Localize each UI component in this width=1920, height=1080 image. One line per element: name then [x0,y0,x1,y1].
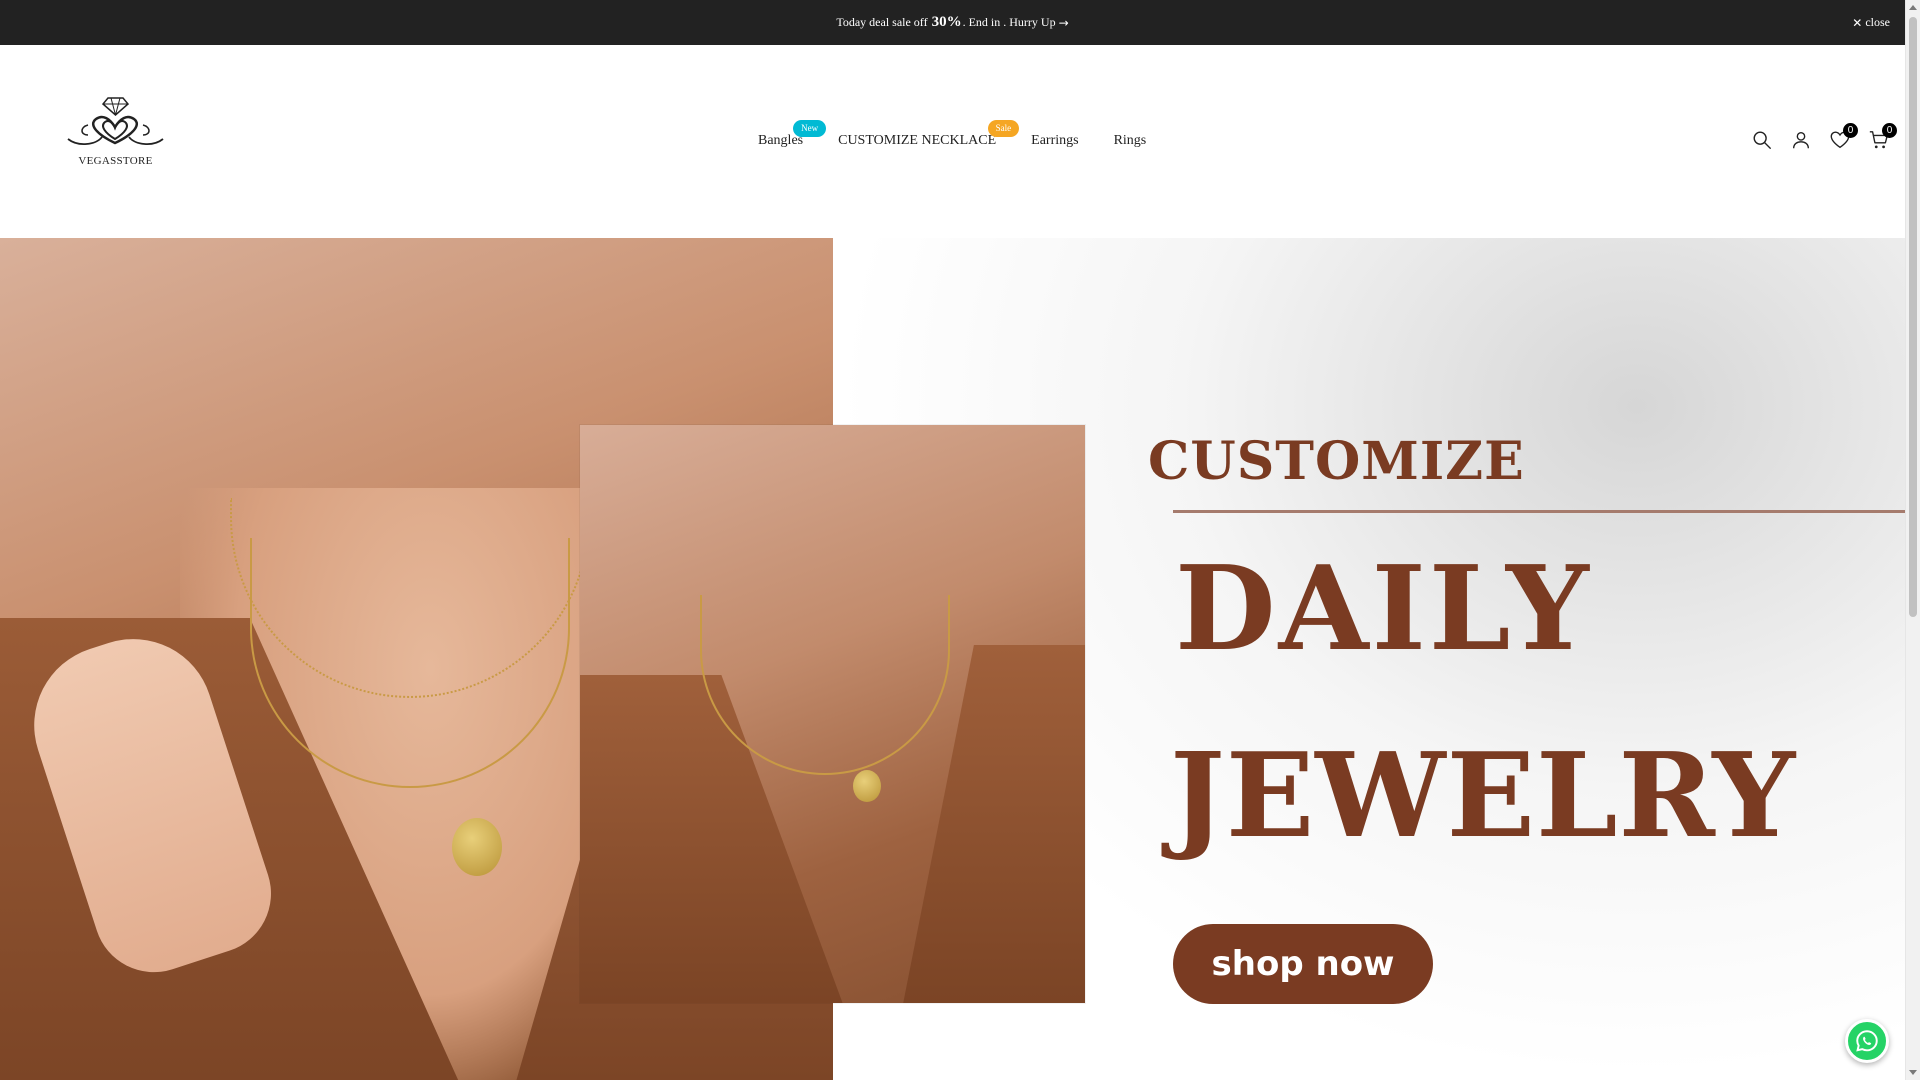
scrollbar-thumb[interactable] [1909,17,1917,617]
whatsapp-button[interactable] [1845,1019,1889,1063]
inset-pendant [853,770,881,802]
announcement-message: Today deal sale off 30% . End in . Hurry… [0,0,1905,45]
nav-item-label: Rings [1113,133,1147,148]
shop-now-button[interactable]: shop now [1173,924,1433,1004]
store-logo[interactable]: VEGASSTORE [58,95,173,167]
search-button[interactable] [1750,128,1774,152]
necklace-pendant [452,818,502,876]
account-icon [1792,131,1810,149]
wishlist-count: 0 [1843,123,1858,138]
scroll-down-icon[interactable] [1909,1070,1917,1075]
nav-item-label: Earrings [1031,133,1079,148]
announcement-percent: 30% [931,14,962,30]
hero-line-jewelry: JEWELRY [1170,728,1797,864]
scroll-up-icon[interactable] [1909,5,1917,10]
cart-button[interactable]: 0 [1867,123,1897,152]
header-icons: 0 0 [1735,123,1897,152]
announcement-close-button[interactable]: ✕ close [1852,0,1890,45]
wishlist-button[interactable]: 0 [1828,123,1858,152]
hero-title: CUSTOMIZE [1148,431,1525,492]
hero-divider [1173,510,1905,513]
nav-item-rings[interactable]: Rings [1114,133,1147,149]
close-icon: ✕ [1852,15,1863,30]
hero-inset-image [580,425,1085,1003]
account-button[interactable] [1789,128,1813,152]
arrow-right-icon[interactable]: → [1059,16,1069,30]
search-icon [1753,131,1771,149]
logo-emblem-icon [67,97,164,145]
announcement-bar: Today deal sale off 30% . End in . Hurry… [0,0,1905,45]
hero-banner[interactable]: CUSTOMIZE DAILY JEWELRY shop now [0,238,1905,1080]
whatsapp-icon [1856,1030,1878,1052]
main-nav: Bangles New CUSTOMIZE NECKLACE Sale Earr… [758,120,1147,157]
nav-item-label: CUSTOMIZE NECKLACE [838,133,997,148]
hero-line-daily: DAILY [1175,541,1592,677]
new-badge: New [793,120,827,137]
cart-count: 0 [1882,123,1897,138]
close-label: close [1865,15,1890,29]
page-scrollbar[interactable] [1905,0,1920,1080]
nav-item-customize-necklace[interactable]: CUSTOMIZE NECKLACE Sale [838,120,1020,149]
nav-item-bangles[interactable]: Bangles New [758,120,827,149]
sale-badge: Sale [987,120,1020,137]
announcement-text-before: Today deal sale off [836,15,928,29]
nav-item-earrings[interactable]: Earrings [1031,133,1078,149]
announcement-text-after[interactable]: . End in . Hurry Up [963,15,1056,30]
site-header: VEGASSTORE Bangles New CUSTOMIZE NECKLAC… [0,45,1905,238]
logo-text: VEGASSTORE [78,155,153,167]
